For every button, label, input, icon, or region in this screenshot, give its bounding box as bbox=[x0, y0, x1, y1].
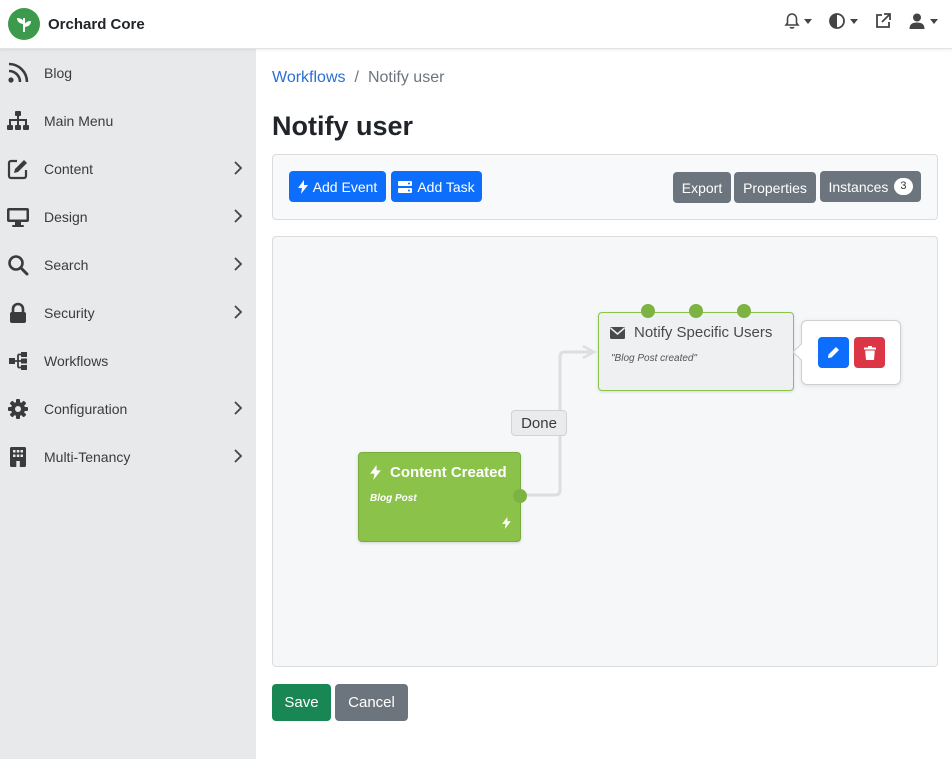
chevron-right-icon bbox=[234, 305, 242, 319]
sidebar-item-blog[interactable]: Blog bbox=[0, 49, 256, 97]
add-event-label: Add Event bbox=[312, 178, 378, 195]
instances-button[interactable]: Instances 3 bbox=[820, 171, 921, 202]
activity-actions-popover bbox=[792, 320, 901, 385]
bolt-icon bbox=[297, 179, 308, 194]
visit-site-link[interactable] bbox=[874, 12, 892, 30]
lock-icon bbox=[6, 301, 30, 325]
brand-name: Orchard Core bbox=[48, 15, 145, 33]
trash-icon bbox=[863, 345, 876, 360]
activity-title: Notify Specific Users bbox=[610, 324, 772, 341]
add-task-button[interactable]: Add Task bbox=[391, 171, 482, 202]
chevron-down-icon bbox=[804, 18, 812, 24]
sidebar-item-label: Content bbox=[44, 161, 94, 177]
chevron-right-icon bbox=[234, 257, 242, 271]
search-icon bbox=[6, 253, 30, 277]
envelope-icon bbox=[610, 326, 625, 339]
page-title: Notify user bbox=[272, 111, 414, 141]
sidebar-item-label: Multi-Tenancy bbox=[44, 449, 131, 465]
sidebar-item-security[interactable]: Security bbox=[0, 289, 256, 337]
breadcrumb-current: Notify user bbox=[367, 69, 445, 86]
brand[interactable]: Orchard Core bbox=[8, 8, 145, 40]
sidebar-item-label: Security bbox=[44, 305, 95, 321]
sitemap-icon bbox=[6, 109, 30, 133]
inbound-endpoint[interactable] bbox=[737, 304, 751, 318]
theme-contrast-icon bbox=[829, 13, 845, 29]
activity-subtitle: "Blog Post created" bbox=[611, 353, 698, 364]
sidebar-item-multi-tenancy[interactable]: Multi-Tenancy bbox=[0, 433, 256, 481]
sidebar-item-label: Workflows bbox=[44, 353, 109, 369]
add-event-button[interactable]: Add Event bbox=[289, 171, 386, 202]
external-link-icon bbox=[876, 13, 891, 28]
chevron-right-icon bbox=[234, 401, 242, 415]
server-icon bbox=[398, 180, 413, 193]
delete-activity-button[interactable] bbox=[854, 337, 885, 368]
user-icon bbox=[909, 13, 925, 29]
workflow-icon bbox=[6, 349, 30, 373]
sidebar-item-label: Blog bbox=[44, 65, 73, 81]
connection-label-done[interactable]: Done bbox=[511, 410, 567, 436]
sidebar-item-label: Main Menu bbox=[44, 113, 114, 129]
export-button[interactable]: Export bbox=[673, 172, 731, 203]
sidebar-item-label: Search bbox=[44, 257, 89, 273]
breadcrumb: Workflows / Notify user bbox=[272, 69, 444, 87]
instances-count-badge: 3 bbox=[894, 178, 913, 195]
sidebar-item-configuration[interactable]: Configuration bbox=[0, 385, 256, 433]
theme-dropdown[interactable] bbox=[828, 12, 858, 30]
main-content: Workflows / Notify user Notify user Add … bbox=[256, 49, 952, 759]
properties-label: Properties bbox=[743, 179, 807, 196]
edit-icon bbox=[6, 157, 30, 181]
sidebar-item-content[interactable]: Content bbox=[0, 145, 256, 193]
add-task-label: Add Task bbox=[417, 178, 475, 195]
desktop-icon bbox=[6, 205, 30, 229]
top-icons bbox=[768, 12, 938, 30]
sidebar-item-label: Design bbox=[44, 209, 88, 225]
event-bolt-icon bbox=[502, 517, 511, 529]
chevron-right-icon bbox=[234, 209, 242, 223]
cancel-button[interactable]: Cancel bbox=[335, 684, 408, 721]
export-label: Export bbox=[681, 179, 723, 196]
sidebar: Blog Main Menu Content Design Search Sec… bbox=[0, 49, 256, 759]
top-navbar: Orchard Core bbox=[0, 0, 952, 49]
edit-icon bbox=[828, 347, 839, 358]
breadcrumb-separator: / bbox=[354, 69, 359, 86]
instances-label: Instances bbox=[828, 178, 889, 195]
activity-subtitle: Blog Post bbox=[370, 493, 417, 504]
cancel-label: Cancel bbox=[348, 694, 395, 711]
notify-specific-users-activity[interactable]: Notify Specific Users "Blog Post created… bbox=[598, 312, 794, 391]
chevron-down-icon bbox=[930, 18, 938, 24]
chevron-right-icon bbox=[234, 161, 242, 175]
edit-activity-button[interactable] bbox=[818, 337, 849, 368]
properties-button[interactable]: Properties bbox=[734, 172, 816, 203]
sidebar-item-label: Configuration bbox=[44, 401, 128, 417]
chevron-down-icon bbox=[850, 18, 858, 24]
save-label: Save bbox=[284, 694, 319, 711]
activity-title-text: Content Created bbox=[390, 464, 507, 481]
activity-title: Content Created bbox=[370, 464, 507, 481]
building-icon bbox=[6, 445, 30, 469]
rss-icon bbox=[6, 61, 30, 85]
activity-title-text: Notify Specific Users bbox=[634, 324, 773, 341]
sidebar-item-main-menu[interactable]: Main Menu bbox=[0, 97, 256, 145]
bell-icon bbox=[784, 13, 800, 29]
bolt-icon bbox=[370, 465, 381, 480]
save-button[interactable]: Save bbox=[272, 684, 331, 721]
workflow-canvas[interactable]: Done Content Created Blog Post Notify Sp… bbox=[272, 236, 938, 667]
done-outcome-endpoint[interactable] bbox=[513, 489, 527, 503]
sidebar-item-search[interactable]: Search bbox=[0, 241, 256, 289]
sidebar-item-design[interactable]: Design bbox=[0, 193, 256, 241]
user-dropdown[interactable] bbox=[908, 12, 938, 30]
inbound-endpoint[interactable] bbox=[641, 304, 655, 318]
breadcrumb-workflows-link[interactable]: Workflows bbox=[272, 69, 346, 87]
content-created-activity[interactable]: Content Created Blog Post bbox=[358, 452, 521, 542]
inbound-endpoint[interactable] bbox=[689, 304, 703, 318]
orchard-core-logo-icon bbox=[8, 8, 40, 40]
notifications-dropdown[interactable] bbox=[784, 12, 812, 30]
sidebar-item-workflows[interactable]: Workflows bbox=[0, 337, 256, 385]
workflow-toolbar: Add Event Add Task Export Properties Ins… bbox=[272, 154, 938, 220]
gear-icon bbox=[6, 397, 30, 421]
chevron-right-icon bbox=[234, 449, 242, 463]
